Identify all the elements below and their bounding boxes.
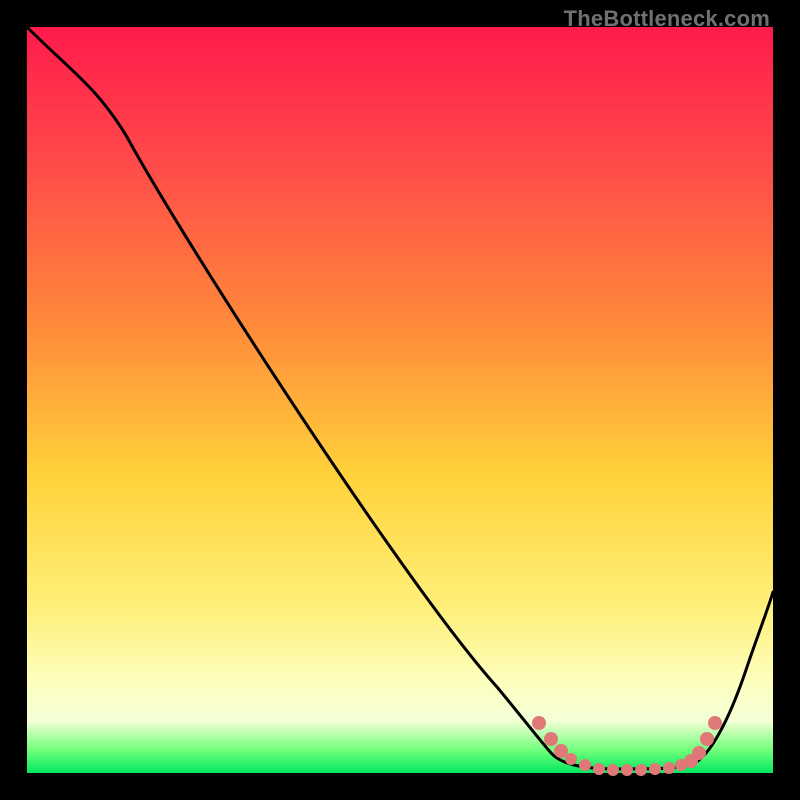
valley-marker [532,716,546,730]
valley-marker [621,764,633,776]
valley-marker-group [532,716,722,776]
valley-marker [663,762,675,774]
bottleneck-curve [27,27,773,769]
valley-marker [708,716,722,730]
chart-svg [27,27,773,773]
valley-marker [700,732,714,746]
valley-marker [635,764,647,776]
valley-marker [565,753,577,765]
valley-marker [544,732,558,746]
valley-marker [607,764,619,776]
valley-marker [579,759,591,771]
valley-marker [692,746,706,760]
valley-marker [593,763,605,775]
chart-frame: TheBottleneck.com [0,0,800,800]
valley-marker [649,763,661,775]
gradient-plot-area [27,27,773,773]
